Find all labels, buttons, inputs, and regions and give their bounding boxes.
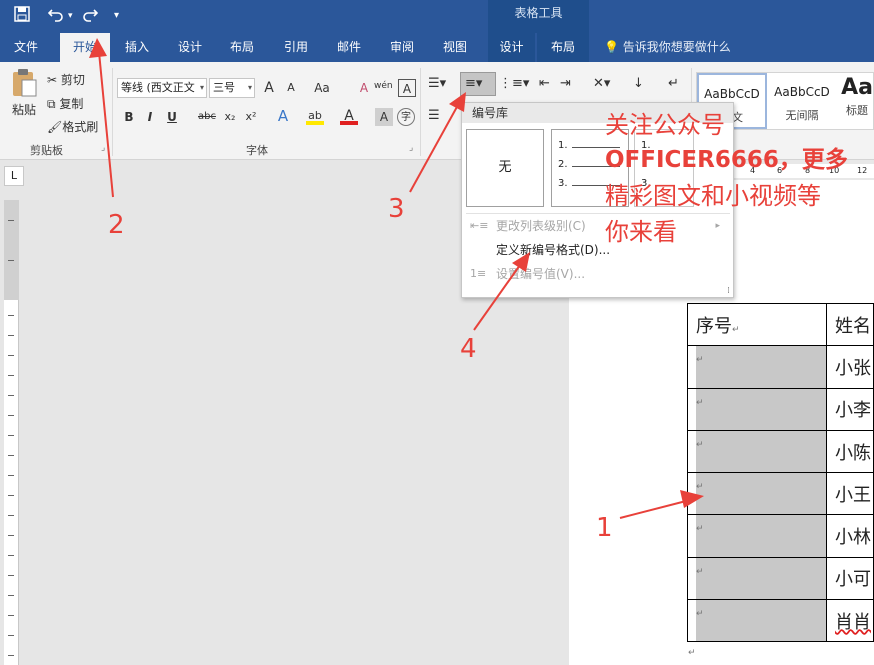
promo-line: 精彩图文和小视频等 [605, 182, 821, 210]
annotation-number: 4 [460, 334, 477, 364]
arrowhead-4 [512, 252, 530, 272]
annotation-arrows [89, 38, 704, 519]
annotation-number: 1 [596, 513, 613, 543]
annotation-number: 2 [108, 210, 125, 240]
arrow-1 [619, 499, 691, 519]
promo-line: OFFICER6666，更多 [605, 147, 848, 173]
arrowhead-3 [449, 92, 466, 112]
arrowhead-1 [680, 490, 704, 508]
arrow-3 [409, 104, 459, 193]
arrow-2 [98, 51, 114, 198]
promo-line: 你来看 [605, 218, 677, 246]
arrowhead-2 [89, 38, 107, 58]
annotation-number: 3 [388, 194, 405, 224]
promo-line: 关注公众号 [605, 111, 725, 139]
arrow-4 [473, 264, 521, 331]
